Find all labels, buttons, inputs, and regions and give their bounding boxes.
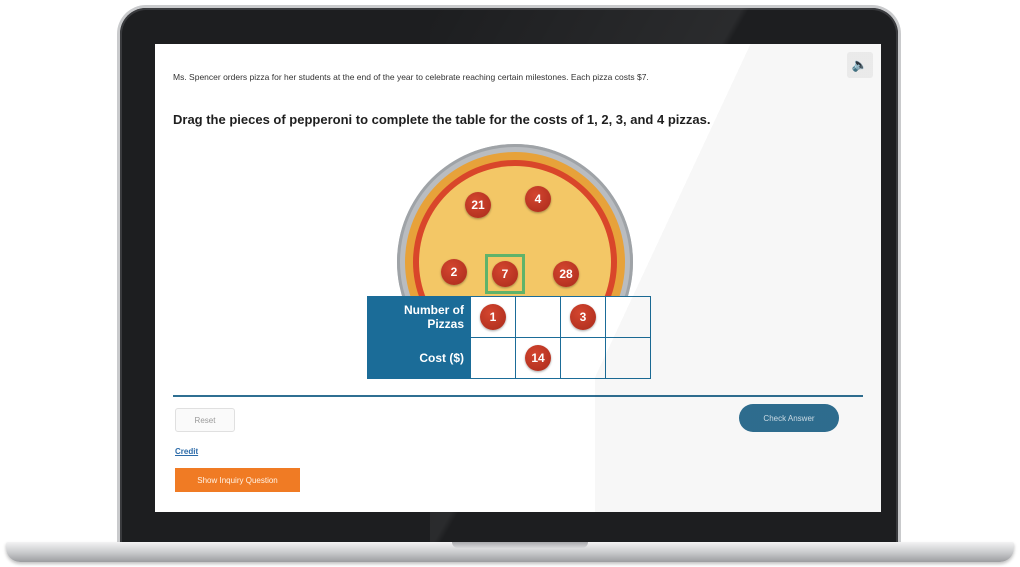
pepperoni-piece-4[interactable]: 4 (525, 186, 551, 212)
drop-cell[interactable] (605, 337, 651, 379)
row-header-number-of-pizzas: Number of Pizzas (367, 296, 471, 338)
pepperoni-piece-28[interactable]: 28 (553, 261, 579, 287)
pepperoni-piece-7[interactable]: 7 (492, 261, 518, 287)
table-row: Cost ($) 14 (367, 337, 651, 379)
answer-table: Number of Pizzas 1 3 Cost ($) 14 (367, 296, 651, 379)
pepperoni-placed[interactable]: 14 (525, 345, 551, 371)
problem-prompt: Drag the pieces of pepperoni to complete… (173, 112, 711, 127)
drop-cell[interactable] (470, 337, 516, 379)
table-row: Number of Pizzas 1 3 (367, 296, 651, 338)
credit-link[interactable]: Credit (175, 447, 198, 456)
show-inquiry-question-button[interactable]: Show Inquiry Question (175, 468, 300, 492)
pepperoni-piece-21[interactable]: 21 (465, 192, 491, 218)
divider (173, 395, 863, 397)
drop-cell[interactable]: 3 (560, 296, 606, 338)
drop-cell[interactable]: 1 (470, 296, 516, 338)
drop-cell[interactable] (560, 337, 606, 379)
app-screen: 🔈 Ms. Spencer orders pizza for her stude… (155, 44, 881, 512)
drop-cell[interactable]: 14 (515, 337, 561, 379)
reset-button[interactable]: Reset (175, 408, 235, 432)
drop-cell[interactable] (515, 296, 561, 338)
drop-cell[interactable] (605, 296, 651, 338)
laptop-base-notch (452, 542, 588, 548)
pepperoni-piece-2[interactable]: 2 (441, 259, 467, 285)
speaker-icon[interactable]: 🔈 (847, 52, 873, 78)
pepperoni-placed[interactable]: 3 (570, 304, 596, 330)
problem-intro-text: Ms. Spencer orders pizza for her student… (173, 72, 649, 82)
pizza: 21 4 2 7 28 (395, 144, 635, 304)
pepperoni-placed[interactable]: 1 (480, 304, 506, 330)
check-answer-button[interactable]: Check Answer (739, 404, 839, 432)
row-header-cost: Cost ($) (367, 337, 471, 379)
